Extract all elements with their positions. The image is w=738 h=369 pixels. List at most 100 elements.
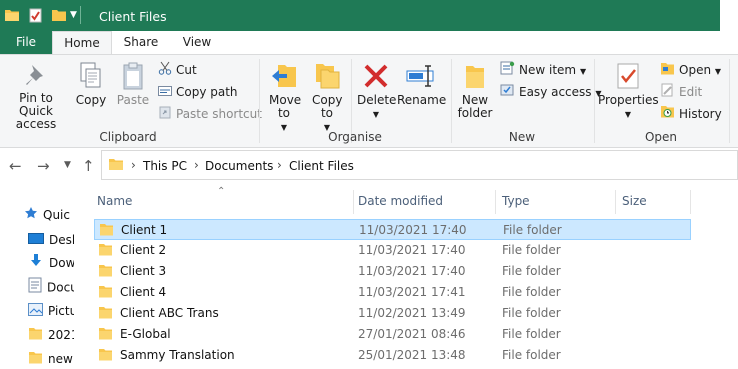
star-icon: [24, 206, 38, 226]
date-modified-cell: 11/03/2021 17:40: [358, 264, 466, 278]
group-separator: [594, 59, 595, 143]
paste-shortcut-label: Paste shortcut: [176, 107, 262, 121]
file-name-cell: Client ABC Trans: [98, 306, 219, 322]
rename-label: Rename: [397, 93, 447, 107]
group-separator: [259, 59, 260, 143]
new-item-icon: [500, 61, 515, 80]
nav-item-downloads[interactable]: Downloads: [28, 253, 74, 273]
column-header-name[interactable]: Name: [97, 194, 132, 208]
file-name: Client ABC Trans: [120, 306, 219, 320]
recent-locations-chevron-icon[interactable]: ▼: [64, 160, 71, 170]
nav-item-quick-access[interactable]: Quick access: [24, 205, 70, 225]
table-row[interactable]: Client 2 11/03/2021 17:40 File folder: [94, 240, 691, 261]
date-modified-cell: 11/03/2021 17:40: [358, 243, 466, 257]
nav-item-label: new: [48, 352, 73, 366]
table-row[interactable]: Client 3 11/03/2021 17:40 File folder: [94, 261, 691, 282]
edit-button[interactable]: Edit: [660, 83, 702, 101]
date-modified-cell: 25/01/2021 13:48: [358, 348, 466, 362]
column-divider[interactable]: [615, 190, 616, 214]
nav-item-pictures[interactable]: Pictures: [28, 301, 74, 321]
table-row[interactable]: Client 4 11/03/2021 17:41 File folder: [94, 282, 691, 303]
clipboard-group-label: Clipboard: [99, 130, 157, 144]
title-bar: ▼ Client Files: [0, 0, 738, 31]
move-to-button[interactable]: Move to ▼: [265, 61, 303, 134]
nav-item-label: Documents: [47, 280, 74, 295]
open-group-label: Open: [644, 130, 678, 144]
pin-to-quick-access-button[interactable]: Pin to Quick access: [2, 61, 70, 131]
navigation-pane: Quick access Desktop Downloads Documents…: [0, 186, 77, 369]
table-row[interactable]: Client ABC Trans 11/02/2021 13:49 File f…: [94, 303, 691, 324]
back-arrow-icon[interactable]: ←: [9, 157, 22, 175]
copy-path-button[interactable]: Copy path: [158, 83, 238, 101]
scissors-icon: [158, 61, 172, 80]
title-separator: [80, 6, 81, 24]
nav-item-documents[interactable]: Documents: [28, 277, 74, 297]
ribbon: Pin to Quick access Copy Paste Cut Copy …: [0, 54, 738, 148]
open-button[interactable]: Open ▼: [660, 61, 721, 79]
properties-qa-icon[interactable]: [28, 8, 44, 23]
open-caret-icon: ▼: [714, 67, 722, 76]
rename-button[interactable]: Rename: [397, 61, 447, 107]
tab-view[interactable]: View: [170, 31, 224, 54]
properties-button[interactable]: Properties ▼: [598, 61, 659, 121]
organise-group-label: Organise: [328, 130, 382, 144]
delete-button[interactable]: Delete ▼: [357, 61, 396, 121]
breadcrumb-this-pc[interactable]: This PC: [143, 159, 187, 173]
cut-label: Cut: [176, 63, 197, 77]
cut-button[interactable]: Cut: [158, 61, 197, 79]
column-header-size[interactable]: Size: [622, 194, 647, 208]
new-item-button[interactable]: New item ▼: [500, 61, 586, 79]
tab-share[interactable]: Share: [114, 31, 168, 54]
file-name-cell: Client 3: [98, 264, 166, 280]
edit-icon: [660, 83, 675, 102]
move-to-label: Move to: [269, 93, 302, 120]
address-bar[interactable]: › This PC › Documents › Client Files: [101, 150, 738, 180]
column-divider[interactable]: [353, 190, 354, 214]
new-folder-button[interactable]: New folder: [455, 61, 495, 120]
pictures-icon: [28, 302, 43, 322]
easy-access-button[interactable]: Easy access ▼: [500, 83, 602, 101]
breadcrumb-chevron-icon[interactable]: ›: [131, 158, 136, 172]
move-to-icon: [272, 65, 296, 87]
new-folder-qa-icon[interactable]: [51, 8, 67, 22]
history-button[interactable]: History: [660, 105, 722, 123]
file-name-cell: E-Global: [98, 327, 171, 343]
file-name: Client 3: [120, 264, 167, 278]
copy-path-label: Copy path: [176, 85, 238, 99]
tab-home[interactable]: Home: [52, 31, 112, 54]
properties-icon: [617, 63, 639, 89]
breadcrumb-client-files[interactable]: Client Files: [289, 159, 354, 173]
file-name-cell: Client 1: [99, 223, 167, 239]
breadcrumb-chevron-icon[interactable]: ›: [277, 158, 282, 172]
table-row[interactable]: Sammy Translation 25/01/2021 13:48 File …: [94, 345, 691, 366]
file-name-cell: Client 4: [98, 285, 166, 301]
nav-item-desktop[interactable]: Desktop: [28, 230, 74, 250]
delete-caret-icon: ▼: [372, 110, 380, 119]
type-cell: File folder: [502, 348, 561, 362]
column-header-type[interactable]: Type: [502, 194, 530, 208]
paste-shortcut-button[interactable]: Paste shortcut: [158, 105, 262, 123]
tab-file[interactable]: File: [0, 31, 52, 54]
table-row[interactable]: E-Global 27/01/2021 08:46 File folder: [94, 324, 691, 345]
breadcrumb-documents[interactable]: Documents: [205, 159, 273, 173]
breadcrumb-chevron-icon[interactable]: ›: [194, 158, 199, 172]
nav-item-folder-new[interactable]: new: [28, 349, 74, 369]
up-arrow-icon[interactable]: ↑: [82, 157, 95, 175]
column-divider[interactable]: [495, 190, 496, 214]
customize-qa-dropdown-icon[interactable]: ▼: [70, 10, 77, 24]
type-cell: File folder: [502, 306, 561, 320]
column-header-date-modified[interactable]: Date modified: [358, 194, 443, 208]
pin-icon: [26, 65, 43, 85]
copy-to-button[interactable]: Copy to ▼: [308, 61, 346, 134]
table-row[interactable]: Client 1 11/03/2021 17:40 File folder: [94, 219, 691, 240]
nav-item-label: 2021: [48, 328, 74, 342]
nav-item-folder-2021[interactable]: 2021: [28, 325, 74, 345]
paste-button[interactable]: Paste: [115, 61, 151, 107]
new-item-label: New item: [519, 63, 577, 77]
copy-button[interactable]: Copy: [74, 61, 108, 107]
date-modified-cell: 11/03/2021 17:40: [359, 223, 467, 237]
nav-item-label: Quick access: [43, 208, 70, 222]
column-divider[interactable]: [690, 190, 691, 214]
type-cell: File folder: [502, 264, 561, 278]
forward-arrow-icon[interactable]: →: [37, 157, 50, 175]
